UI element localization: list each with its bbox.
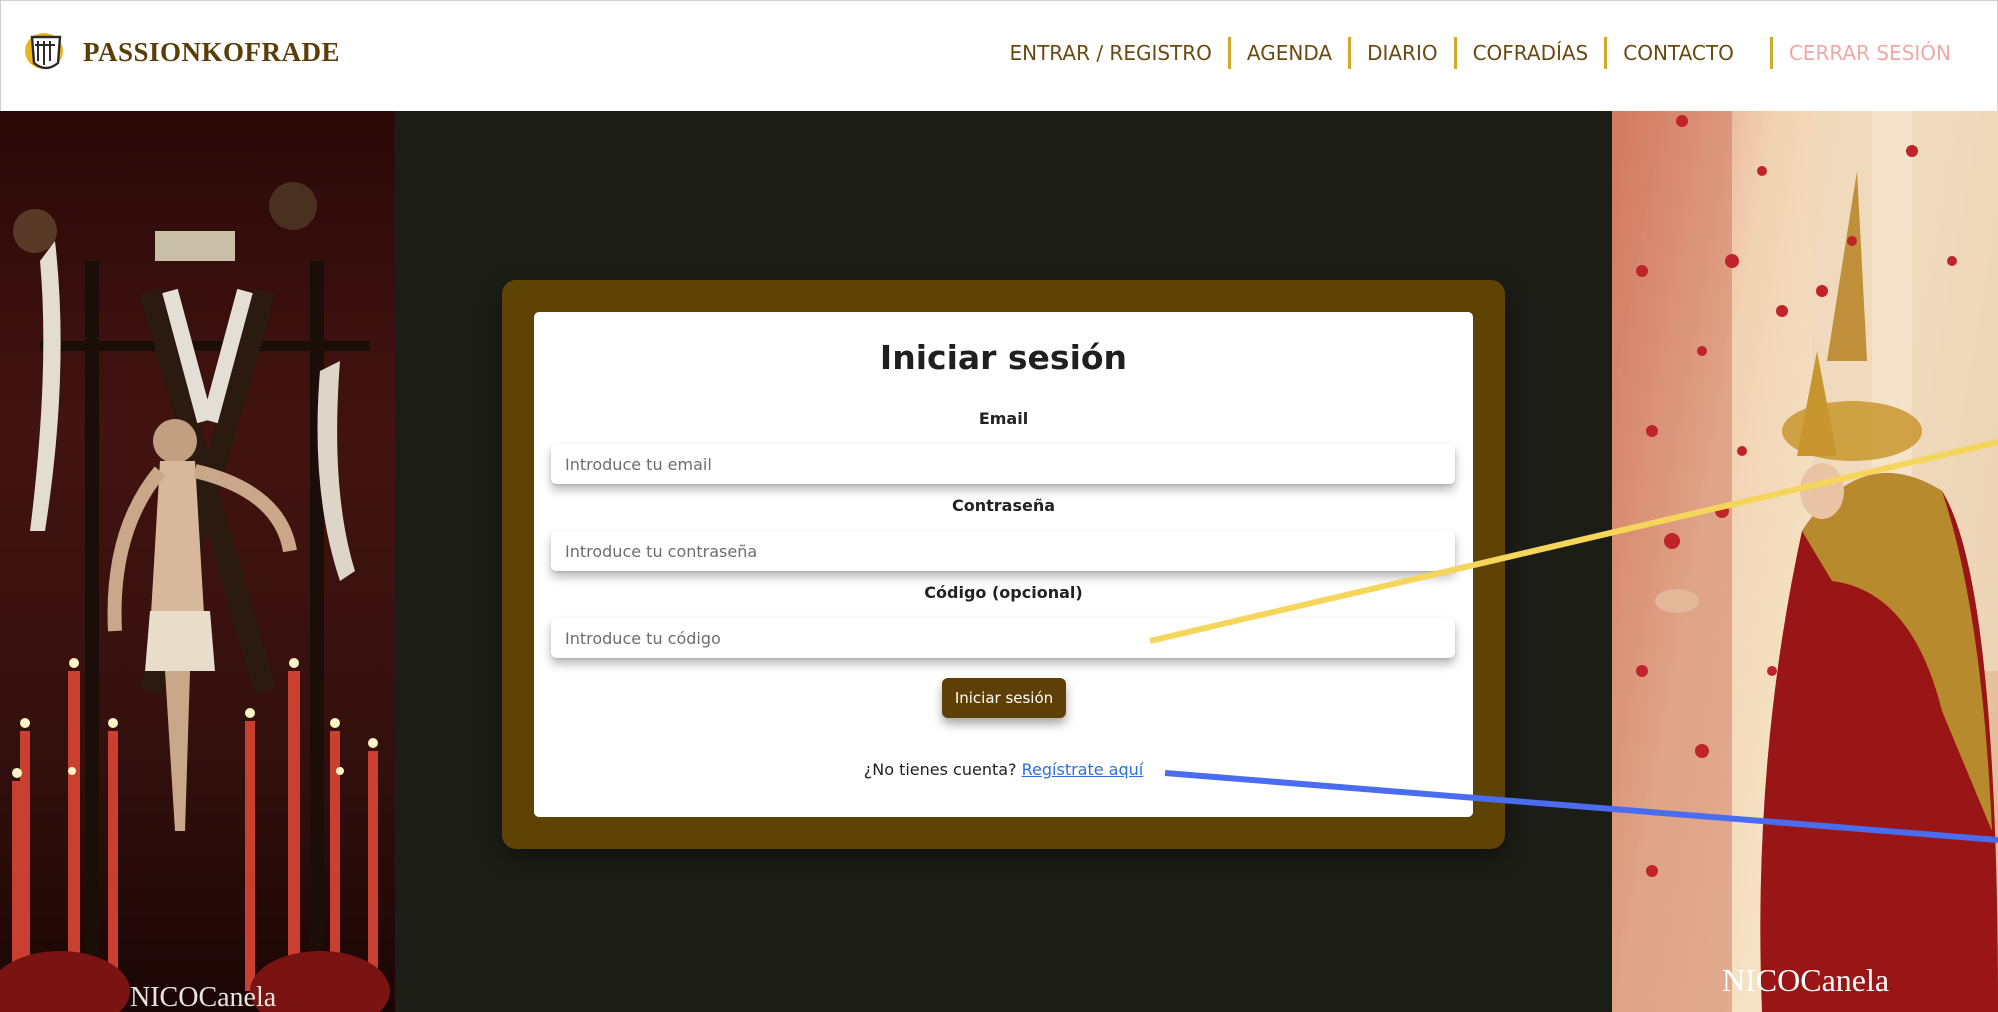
crucifixion-scene-image: NICOCanela — [0, 182, 390, 1012]
logout-link[interactable]: CERRAR SESIÓN — [1773, 37, 1967, 69]
brand-name: PASSIONKOFRADE — [83, 36, 341, 67]
email-label: Email — [978, 409, 1029, 428]
left-photo-watermark: NICOCanela — [130, 982, 277, 1012]
password-field[interactable] — [551, 531, 1455, 571]
login-title: Iniciar sesión — [879, 338, 1128, 377]
login-form: Iniciar sesión Email Contraseña Código (… — [534, 312, 1473, 817]
code-field[interactable] — [551, 618, 1455, 658]
email-field[interactable] — [551, 444, 1455, 484]
nav-item-cofradias[interactable]: COFRADÍAS — [1457, 37, 1605, 69]
signup-link[interactable]: Regístrate aquí — [1022, 760, 1144, 779]
right-procession-photo: NICOCanela — [1612, 111, 1998, 1012]
login-submit-button[interactable]: Iniciar sesión — [942, 678, 1066, 718]
right-photo-watermark: NICOCanela — [1722, 962, 1889, 998]
signup-prompt-line: ¿No tienes cuenta? Regístrate aquí — [534, 760, 1473, 779]
logo-link[interactable]: PASSIONKOFRADE — [23, 29, 340, 75]
login-card-frame: Iniciar sesión Email Contraseña Código (… — [502, 280, 1505, 849]
nav-item-agenda[interactable]: AGENDA — [1231, 37, 1348, 69]
nav-item-entrar-registro[interactable]: ENTRAR / REGISTRO — [993, 37, 1227, 69]
nav-item-contacto[interactable]: CONTACTO — [1607, 37, 1750, 69]
virgin-procession-image: NICOCanela — [1612, 111, 1998, 1012]
left-procession-photo: NICOCanela — [0, 111, 395, 1012]
main-nav: ENTRAR / REGISTRO AGENDA DIARIO COFRADÍA… — [993, 37, 1967, 69]
brotherhood-shield-icon — [25, 33, 63, 70]
signup-prompt-text: ¿No tienes cuenta? — [863, 760, 1017, 779]
nav-item-diario[interactable]: DIARIO — [1351, 37, 1454, 69]
code-label: Código (opcional) — [924, 583, 1083, 602]
site-header: PASSIONKOFRADE ENTRAR / REGISTRO AGENDA … — [0, 0, 1998, 111]
password-label: Contraseña — [951, 496, 1056, 515]
